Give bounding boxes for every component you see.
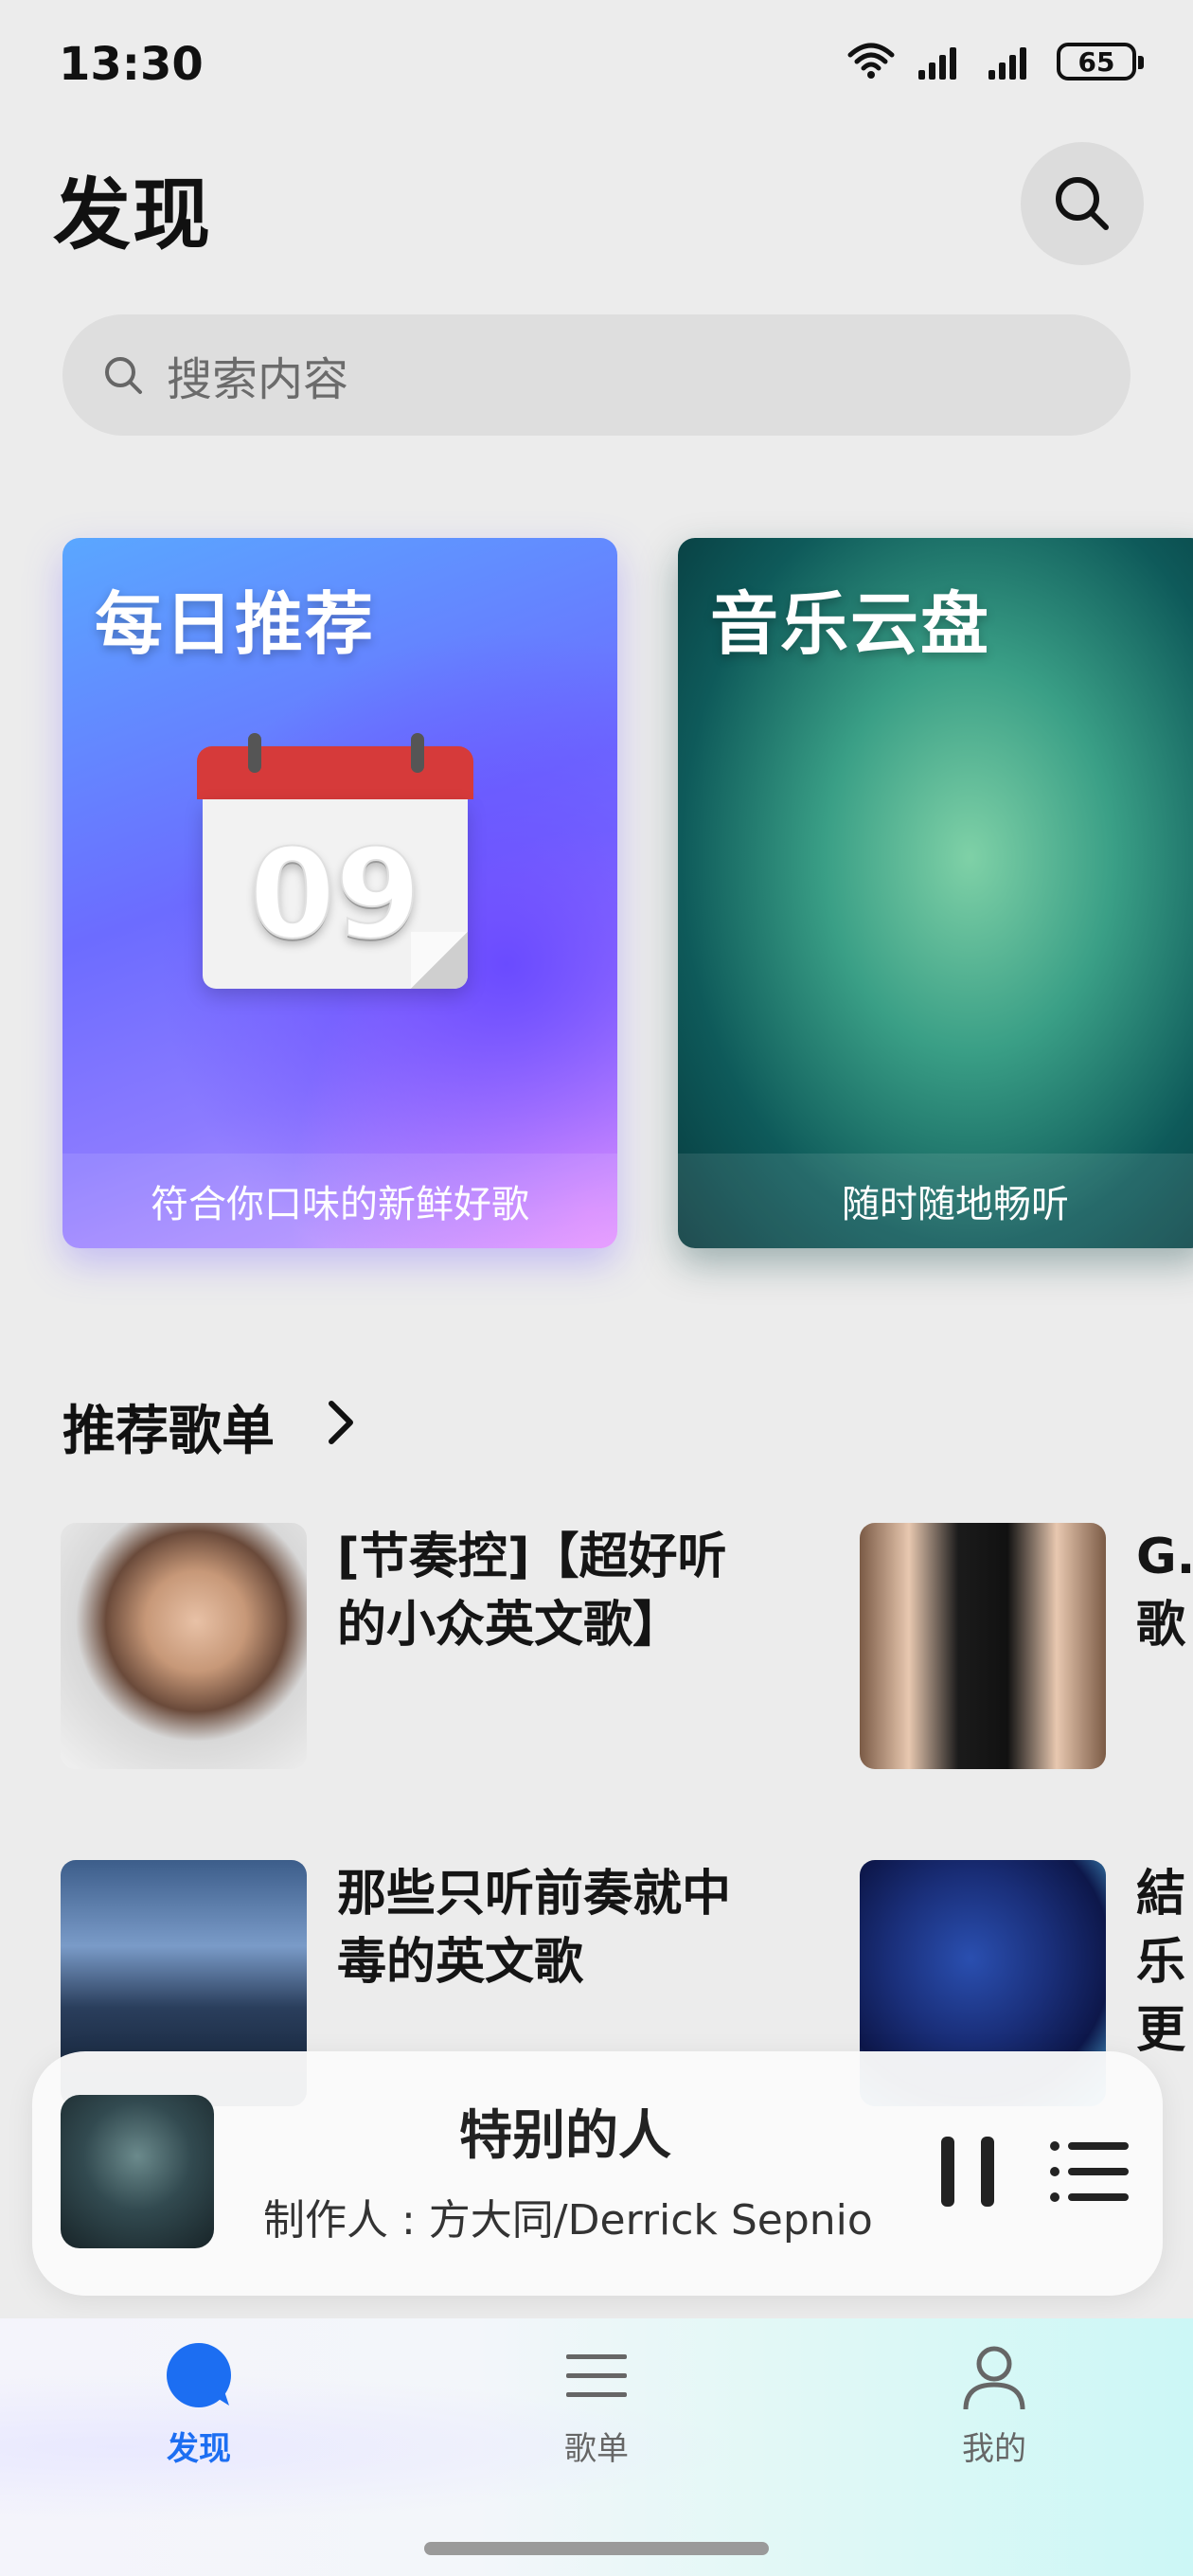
profile-icon <box>963 2346 1025 2410</box>
section-title[interactable]: 推荐歌单 <box>62 1388 275 1465</box>
nav-item-discover[interactable]: 发现 <box>85 2337 312 2469</box>
card-title: 音乐云盘 <box>710 584 991 664</box>
playlist-cover[interactable] <box>61 1523 307 1769</box>
home-indicator[interactable] <box>424 2542 769 2555</box>
battery-level: 65 <box>1077 45 1115 78</box>
wifi-icon <box>847 43 895 79</box>
playlist-title[interactable]: [节奏控]【超好听 的小众英文歌】 <box>337 1523 735 1659</box>
playlist-title[interactable]: G. 歌 <box>1136 1523 1193 1659</box>
nav-label: 歌单 <box>564 2430 629 2468</box>
playlist-queue-icon[interactable] <box>1049 2138 1131 2205</box>
battery-icon: 65 <box>1057 43 1144 80</box>
signal-icon <box>918 47 956 80</box>
playlist-icon <box>566 2354 627 2397</box>
nav-label: 我的 <box>962 2430 1026 2468</box>
search-placeholder: 搜索内容 <box>167 353 349 406</box>
nav-item-profile[interactable]: 我的 <box>881 2337 1108 2469</box>
search-input[interactable]: 搜索内容 <box>62 314 1131 436</box>
daily-recommend-card[interactable]: 每日推荐 09 符合你口味的新鲜好歌 <box>62 538 617 1248</box>
calendar-day: 09 <box>249 821 422 967</box>
search-button[interactable] <box>1021 142 1144 265</box>
playlist-title[interactable]: 結 乐 更 <box>1136 1860 1193 2065</box>
mini-player[interactable]: 特别的人 制作人 : 方大同/Derrick Sepnio <box>32 2051 1163 2296</box>
pause-button[interactable] <box>939 2137 996 2207</box>
page-title: 发现 <box>53 170 213 260</box>
playlist-cover[interactable] <box>860 1523 1106 1769</box>
signal-icon <box>988 47 1026 80</box>
chevron-right-icon[interactable] <box>322 1398 360 1447</box>
bottom-nav: 发现 歌单 我的 <box>0 2318 1193 2576</box>
nav-item-playlist[interactable]: 歌单 <box>483 2337 710 2469</box>
playlist-title[interactable]: 那些只听前奏就中 毒的英文歌 <box>337 1860 735 1996</box>
search-icon <box>105 357 142 394</box>
calendar-icon: 09 <box>197 733 473 998</box>
status-icons: 65 <box>846 42 1144 81</box>
card-title: 每日推荐 <box>95 584 376 664</box>
card-subtitle: 随时随地畅听 <box>678 1154 1193 1248</box>
discover-icon <box>167 2343 231 2407</box>
nav-label: 发现 <box>167 2430 231 2468</box>
music-cloud-card[interactable]: 音乐云盘 随时随地畅听 <box>678 538 1193 1248</box>
status-time: 13:30 <box>59 38 204 91</box>
search-icon <box>1056 177 1109 230</box>
now-playing-artist: 制作人 : 方大同/Derrick Sepnio <box>263 2196 873 2245</box>
card-subtitle: 符合你口味的新鲜好歌 <box>62 1154 617 1248</box>
